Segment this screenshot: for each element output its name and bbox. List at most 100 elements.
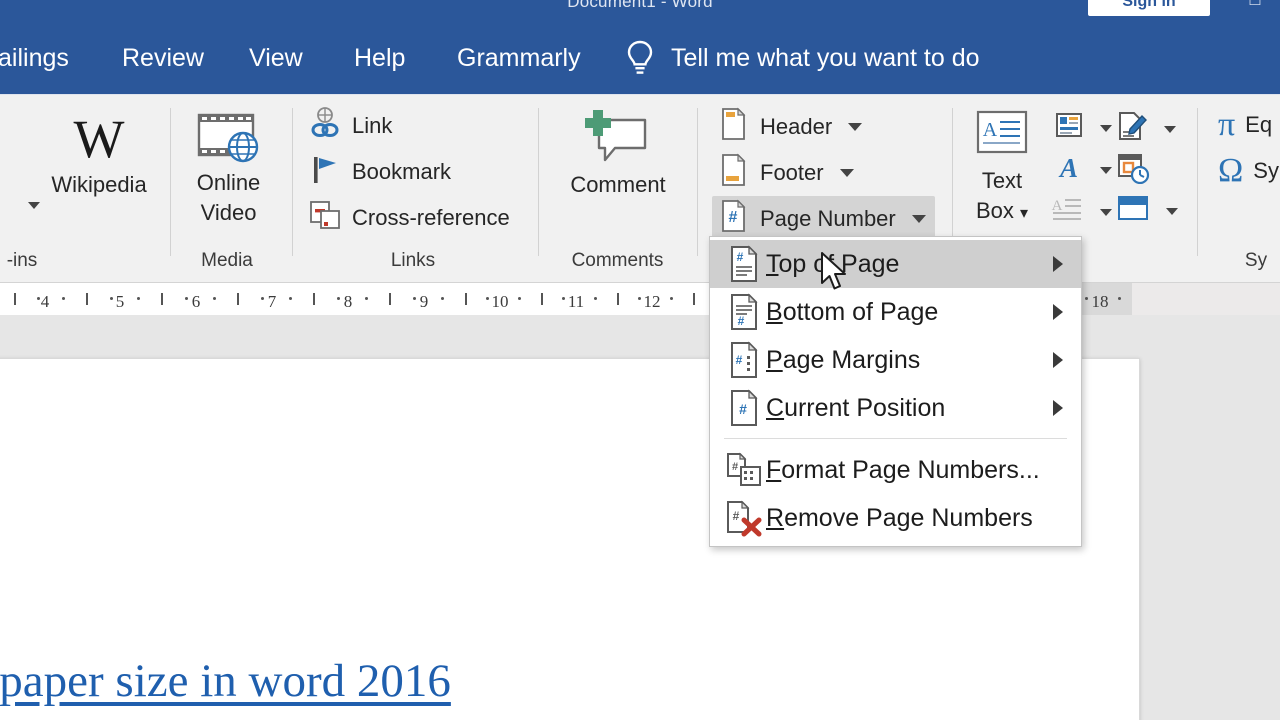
- svg-text:A: A: [983, 119, 998, 141]
- link-label: Link: [352, 113, 392, 139]
- menu-label-format-page-numbers: Format Page Numbers...: [766, 456, 1073, 485]
- svg-text:#: #: [738, 314, 745, 328]
- signature-line-caret-icon[interactable]: [1164, 126, 1176, 133]
- ruler-dot: [562, 297, 565, 300]
- tab-help[interactable]: Help: [342, 22, 417, 94]
- ruler-minor-tick: [161, 293, 163, 305]
- wikipedia-button[interactable]: W Wikipedia: [40, 108, 158, 200]
- submenu-arrow-icon: [1053, 256, 1063, 272]
- sign-in-button[interactable]: Sign in: [1088, 0, 1210, 16]
- group-label-links: Links: [293, 250, 533, 272]
- ruler-dot: [594, 297, 597, 300]
- group-divider-1: [170, 108, 171, 256]
- menu-item-format-page-numbers[interactable]: # Format Page Numbers...: [710, 446, 1081, 494]
- online-video-button[interactable]: Online Video: [176, 106, 281, 228]
- document-heading[interactable]: How to change paper size in word 2016: [0, 654, 463, 708]
- cross-reference-button[interactable]: Cross-reference: [302, 196, 516, 240]
- group-label-symbols: Sy: [1232, 250, 1280, 272]
- lightbulb-icon: [625, 39, 655, 77]
- tab-grammarly[interactable]: Grammarly: [445, 22, 593, 94]
- tell-me-search[interactable]: Tell me what you want to do: [625, 22, 980, 94]
- ruler-minor-tick: [693, 293, 695, 305]
- ruler-tick-9: 9: [420, 292, 429, 312]
- tab-view[interactable]: View: [237, 22, 315, 94]
- ruler-tick-7: 7: [268, 292, 277, 312]
- bookmark-button[interactable]: Bookmark: [302, 150, 457, 194]
- object-caret-icon[interactable]: [1166, 208, 1178, 215]
- link-button[interactable]: Link: [302, 104, 398, 148]
- group-divider-5: [952, 108, 953, 256]
- addins-caret-icon[interactable]: [28, 202, 40, 209]
- date-time-button[interactable]: [1110, 150, 1156, 192]
- page-number-top-icon: #: [722, 244, 766, 284]
- ruler-dot: [261, 297, 264, 300]
- page-number-caret-icon[interactable]: [912, 215, 926, 223]
- header-button[interactable]: Header: [712, 104, 868, 150]
- remove-page-numbers-icon: #: [722, 498, 766, 538]
- menu-label-remove-page-numbers: Remove Page Numbers: [766, 504, 1073, 533]
- drop-cap-button[interactable]: A: [1044, 192, 1118, 232]
- object-button[interactable]: [1110, 192, 1184, 230]
- ruler-minor-tick: [14, 293, 16, 305]
- ruler-dot: [441, 297, 444, 300]
- horizontal-ruler[interactable]: 4 5 6 7 8 9 10 11 12 18: [0, 283, 1280, 316]
- svg-text:#: #: [729, 209, 738, 226]
- svg-text:#: #: [732, 461, 738, 473]
- ruler-outside-area: [1132, 283, 1280, 315]
- menu-item-bottom-of-page[interactable]: # Bottom of Page: [710, 288, 1081, 336]
- menu-item-page-margins[interactable]: # Page Margins: [710, 336, 1081, 384]
- menu-item-current-position[interactable]: # Current Position: [710, 384, 1081, 432]
- menu-separator: [724, 438, 1067, 439]
- group-label-add-ins: -ins: [0, 250, 72, 272]
- ruler-minor-tick: [465, 293, 467, 305]
- drop-cap-icon: A: [1050, 194, 1084, 230]
- quick-parts-button[interactable]: [1048, 108, 1118, 148]
- submenu-arrow-icon: [1053, 352, 1063, 368]
- text-box-label-line1: Text: [982, 166, 1022, 196]
- restore-window-icon[interactable]: ☐: [1242, 0, 1268, 8]
- word-application-window: Document1 - Word Sign in ☐ ailings Revie…: [0, 0, 1280, 720]
- ruler-dot: [486, 297, 489, 300]
- submenu-arrow-icon: [1053, 304, 1063, 320]
- ruler-dot: [213, 297, 216, 300]
- page-number-current-icon: #: [722, 388, 766, 428]
- omega-symbol-icon: Ω: [1218, 154, 1243, 188]
- footer-caret-icon[interactable]: [840, 169, 854, 177]
- tab-review[interactable]: Review: [110, 22, 216, 94]
- online-video-label-line1: Online: [197, 168, 261, 198]
- tab-mailings[interactable]: ailings: [0, 22, 81, 94]
- wordart-icon: A: [1054, 152, 1084, 188]
- ruler-dot: [110, 297, 113, 300]
- menu-label-bottom-of-page: Bottom of Page: [766, 298, 1053, 327]
- symbol-button[interactable]: Ω Sy: [1212, 152, 1280, 190]
- group-label-comments: Comments: [540, 250, 695, 272]
- pi-equation-icon: π: [1218, 108, 1235, 142]
- menu-label-current-position: Current Position: [766, 394, 1053, 423]
- svg-text:A: A: [1058, 153, 1078, 182]
- svg-text:#: #: [739, 401, 747, 417]
- text-box-button[interactable]: A Text Box ▾: [962, 104, 1042, 229]
- ruler-dot: [185, 297, 188, 300]
- ruler-minor-tick: [389, 293, 391, 305]
- ruler-tick-10: 10: [492, 292, 509, 312]
- header-label: Header: [760, 114, 832, 140]
- wordart-button[interactable]: A: [1048, 150, 1118, 190]
- menu-item-remove-page-numbers[interactable]: # Remove Page Numbers: [710, 494, 1081, 542]
- text-box-icon: A: [974, 104, 1030, 166]
- page-number-menu[interactable]: # Top of Page # Bott: [709, 236, 1082, 547]
- comment-button[interactable]: Comment: [552, 104, 684, 200]
- page-number-label: Page Number: [760, 206, 896, 232]
- page-number-icon: #: [718, 198, 750, 240]
- equation-button[interactable]: π Eq: [1212, 106, 1278, 144]
- wikipedia-w-icon: W: [74, 108, 125, 170]
- footer-button[interactable]: Footer: [712, 150, 860, 196]
- menu-item-top-of-page[interactable]: # Top of Page: [710, 240, 1081, 288]
- header-caret-icon[interactable]: [848, 123, 862, 131]
- comment-label: Comment: [570, 170, 665, 200]
- footer-label: Footer: [760, 160, 824, 186]
- svg-text:#: #: [737, 250, 744, 264]
- ribbon-tab-strip: ailings Review View Help Grammarly Tell …: [0, 22, 1280, 94]
- equation-label: Eq: [1245, 112, 1272, 138]
- signature-line-button[interactable]: [1110, 108, 1182, 150]
- ruler-dot: [670, 297, 673, 300]
